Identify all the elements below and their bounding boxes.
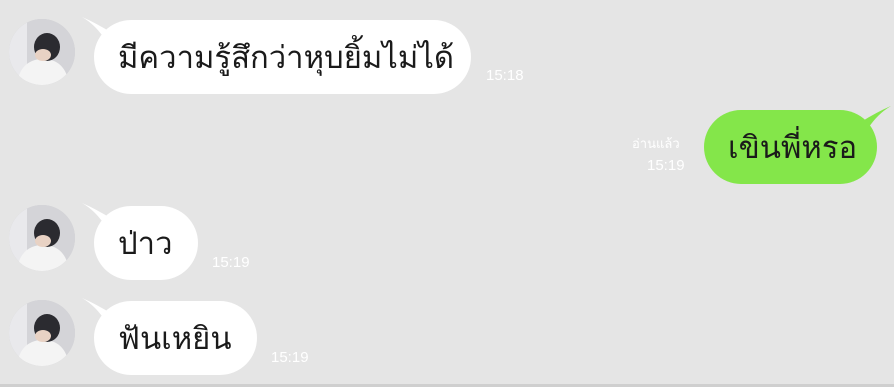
message-timestamp: 15:19 bbox=[271, 349, 309, 366]
message-bubble[interactable]: ป่าว bbox=[94, 206, 198, 280]
avatar-photo-icon bbox=[9, 205, 75, 271]
message-bubble[interactable]: มีความรู้สึกว่าหุบยิ้มไม่ได้ bbox=[94, 20, 471, 94]
read-receipt: อ่านแล้ว bbox=[632, 137, 680, 152]
message-timestamp: 15:18 bbox=[486, 67, 524, 84]
message-text: ฟันเหยิน bbox=[118, 321, 232, 357]
message-text: เขินพี่หรอ bbox=[728, 130, 858, 166]
message-bubble[interactable]: เขินพี่หรอ bbox=[704, 110, 877, 184]
message-timestamp: 15:19 bbox=[212, 254, 250, 271]
avatar-photo-icon bbox=[9, 300, 75, 366]
bubble-tail bbox=[861, 106, 891, 130]
message-timestamp: 15:19 bbox=[647, 157, 685, 174]
message-text: ป่าว bbox=[118, 226, 173, 262]
message-bubble[interactable]: ฟันเหยิน bbox=[94, 301, 257, 375]
contact-avatar[interactable] bbox=[9, 19, 75, 85]
contact-avatar[interactable] bbox=[9, 205, 75, 271]
avatar-photo-icon bbox=[9, 19, 75, 85]
contact-avatar[interactable] bbox=[9, 300, 75, 366]
message-text: มีความรู้สึกว่าหุบยิ้มไม่ได้ bbox=[118, 40, 455, 76]
